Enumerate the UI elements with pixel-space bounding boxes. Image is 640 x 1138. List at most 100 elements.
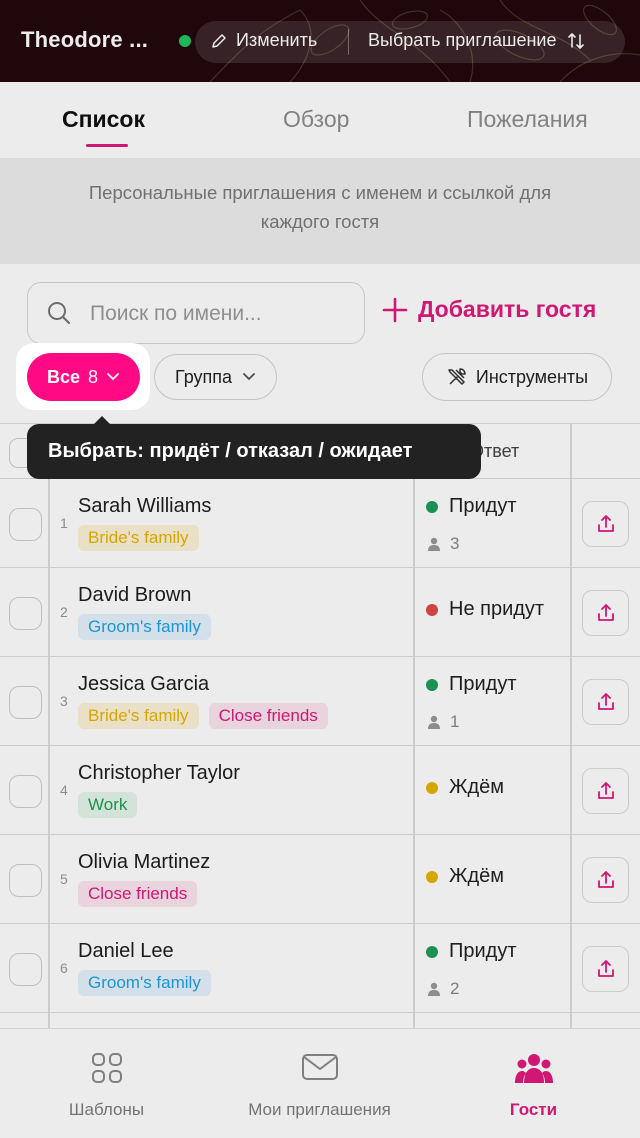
tab-overview[interactable]: Обзор bbox=[283, 106, 349, 133]
nav-guests-label: Гости bbox=[509, 1100, 558, 1119]
group-tag: Work bbox=[78, 792, 138, 818]
guest-name: David Brown bbox=[78, 584, 192, 606]
guest-tags: Work bbox=[78, 792, 138, 818]
tools-button[interactable]: Инструменты bbox=[422, 353, 612, 401]
nav-my-invitations[interactable]: Мои приглашения bbox=[213, 1029, 426, 1138]
onboarding-tooltip: Выбрать: придёт / отказал / ожидает bbox=[27, 416, 481, 479]
rsvp-status-label: Ждём bbox=[449, 776, 505, 798]
column-divider bbox=[413, 423, 415, 1043]
row-checkbox[interactable] bbox=[9, 953, 42, 986]
guest-name: Sarah Williams bbox=[78, 495, 212, 517]
rsvp-status: Придут bbox=[426, 673, 517, 696]
group-filter-button[interactable]: Группа bbox=[154, 354, 277, 400]
guest-count-value: 3 bbox=[450, 534, 460, 553]
status-filter-count: 8 bbox=[88, 366, 99, 387]
guest-tags: Groom's family bbox=[78, 970, 211, 996]
edit-button[interactable]: Изменить bbox=[210, 30, 317, 51]
tab-wishes[interactable]: Пожелания bbox=[467, 106, 588, 133]
group-filter-label: Группа bbox=[174, 366, 233, 387]
table-row[interactable]: 1 Sarah Williams Bride's family Придут 3 bbox=[0, 479, 640, 568]
pencil-icon bbox=[212, 33, 226, 48]
rsvp-status-label: Придут bbox=[449, 495, 517, 517]
person-icon bbox=[428, 982, 440, 996]
event-title: Theodore ... bbox=[21, 27, 149, 52]
share-icon bbox=[597, 871, 614, 888]
share-icon bbox=[597, 515, 614, 532]
row-checkbox[interactable] bbox=[9, 597, 42, 630]
select-invitation-button[interactable]: Выбрать приглашение bbox=[368, 30, 586, 51]
guest-count: 1 bbox=[426, 712, 459, 732]
row-checkbox[interactable] bbox=[9, 508, 42, 541]
table-row[interactable]: 2 David Brown Groom's family Не придут bbox=[0, 568, 640, 657]
add-guest-button[interactable]: Добавить гостя bbox=[382, 296, 596, 323]
share-button[interactable] bbox=[582, 501, 629, 547]
row-number: 1 bbox=[60, 515, 68, 531]
search-input[interactable] bbox=[90, 297, 350, 331]
rsvp-status: Ждём bbox=[426, 865, 504, 888]
rsvp-status: Придут bbox=[426, 940, 517, 963]
share-button[interactable] bbox=[582, 768, 629, 814]
column-divider bbox=[48, 423, 50, 1043]
banner-line-2: каждого гостя bbox=[260, 211, 380, 232]
status-dot bbox=[426, 781, 438, 794]
select-invitation-label: Выбрать приглашение bbox=[368, 30, 557, 50]
rsvp-status: Не придут bbox=[426, 598, 544, 621]
people-icon bbox=[514, 1054, 553, 1083]
status-filter-button[interactable]: Все 8 bbox=[27, 353, 140, 401]
view-tabs: Список Обзор Пожелания bbox=[0, 82, 640, 158]
group-tag: Close friends bbox=[78, 881, 198, 907]
guest-name: Christopher Taylor bbox=[78, 762, 240, 784]
chevron-down-icon bbox=[107, 373, 119, 381]
rsvp-status: Ждём bbox=[426, 776, 504, 799]
status-filter-label: Все bbox=[46, 366, 80, 387]
group-tag: Bride's family bbox=[78, 703, 199, 729]
rsvp-status: Придут bbox=[426, 495, 517, 518]
guest-tags: Close friends bbox=[78, 881, 198, 907]
row-number: 6 bbox=[60, 960, 68, 976]
guest-table: Ответ 1 Sarah Williams Bride's family Пр… bbox=[0, 423, 640, 1043]
grid-icon bbox=[91, 1053, 122, 1083]
status-dot bbox=[426, 870, 438, 883]
add-guest-label: Добавить гостя bbox=[418, 296, 597, 322]
rsvp-status-label: Не придут bbox=[449, 598, 545, 620]
row-checkbox[interactable] bbox=[9, 775, 42, 808]
guest-tags: Bride's family Close friends bbox=[78, 703, 328, 729]
guest-count: 2 bbox=[426, 979, 459, 999]
row-number: 3 bbox=[60, 693, 68, 709]
group-tag: Groom's family bbox=[78, 970, 211, 996]
header-divider bbox=[348, 29, 349, 55]
table-row[interactable]: 4 Christopher Taylor Work Ждём bbox=[0, 746, 640, 835]
share-button[interactable] bbox=[582, 590, 629, 636]
group-tag: Groom's family bbox=[78, 614, 211, 640]
share-button[interactable] bbox=[582, 679, 629, 725]
share-icon bbox=[597, 604, 614, 621]
tab-list[interactable]: Список bbox=[62, 106, 145, 133]
row-checkbox[interactable] bbox=[9, 686, 42, 719]
share-button[interactable] bbox=[582, 857, 629, 903]
guest-tags: Bride's family bbox=[78, 525, 199, 551]
tooltip-arrow bbox=[93, 416, 111, 425]
guest-count-value: 2 bbox=[450, 979, 460, 998]
active-tab-indicator bbox=[86, 144, 128, 147]
edit-button-label: Изменить bbox=[236, 30, 318, 50]
nav-templates[interactable]: Шаблоны bbox=[0, 1029, 213, 1138]
table-row[interactable]: 3 Jessica Garcia Bride's family Close fri… bbox=[0, 657, 640, 746]
row-number: 5 bbox=[60, 871, 68, 887]
share-icon bbox=[597, 693, 614, 710]
tools-icon bbox=[448, 368, 466, 385]
online-status-dot bbox=[179, 35, 191, 47]
table-row[interactable]: 5 Olivia Martinez Close friends Ждём bbox=[0, 835, 640, 924]
banner-line-1: Персональные приглашения с именем и ссыл… bbox=[88, 182, 552, 203]
mail-icon bbox=[301, 1054, 338, 1080]
column-divider bbox=[570, 423, 572, 1043]
info-banner: Персональные приглашения с именем и ссыл… bbox=[0, 158, 640, 264]
row-number: 2 bbox=[60, 604, 68, 620]
nav-guests[interactable]: Гости bbox=[427, 1029, 640, 1138]
status-dot bbox=[426, 945, 438, 958]
share-button[interactable] bbox=[582, 946, 629, 992]
tooltip-text: Выбрать: придёт / отказал / ожидает bbox=[48, 440, 413, 462]
rsvp-status-label: Придут bbox=[449, 940, 517, 962]
guest-name: Daniel Lee bbox=[78, 940, 174, 962]
table-row[interactable]: 6 Daniel Lee Groom's family Придут 2 bbox=[0, 924, 640, 1013]
row-checkbox[interactable] bbox=[9, 864, 42, 897]
